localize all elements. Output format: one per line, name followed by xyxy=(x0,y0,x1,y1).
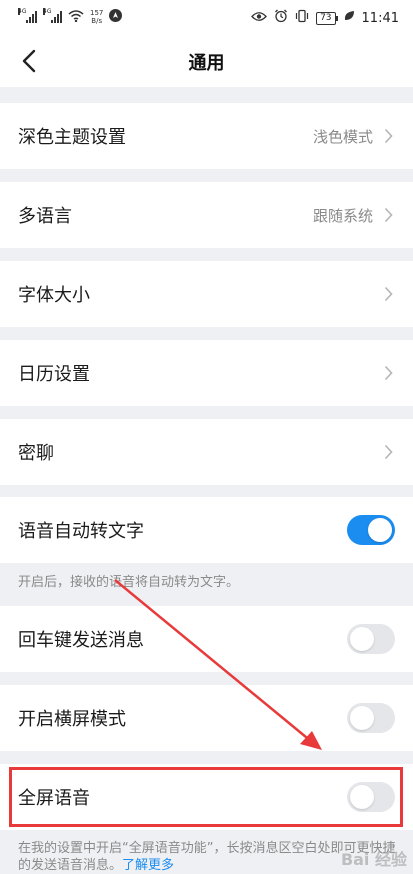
landscape-toggle[interactable] xyxy=(347,703,395,733)
vibrate-icon xyxy=(295,9,309,27)
status-time: 11:41 xyxy=(361,10,399,26)
chevron-right-icon xyxy=(381,442,395,462)
chevron-right-icon xyxy=(381,205,395,225)
toggle-knob xyxy=(368,518,392,542)
voice-to-text-note: 开启后，接收的语音将自动转为文字。 xyxy=(18,575,240,590)
setting-value: 跟随系统 xyxy=(312,206,373,225)
setting-label: 回车键发送消息 xyxy=(18,630,144,651)
setting-label: 密聊 xyxy=(18,443,54,464)
navigation-bar: 通用 xyxy=(0,34,413,87)
setting-fullscreen-voice: 全屏语音 xyxy=(0,764,413,830)
note-text: 在我的设置中开启“全屏语音功能”，长按消息区空白处即可更快捷的发送语音消息。 xyxy=(18,841,396,873)
toggle-knob xyxy=(350,785,374,809)
fullscreen-voice-toggle[interactable] xyxy=(347,782,395,812)
navigation-app-icon xyxy=(109,9,123,25)
chevron-right-icon xyxy=(381,363,395,383)
learn-more-link[interactable]: 了解更多 xyxy=(122,858,174,873)
leaf-icon xyxy=(343,10,355,26)
cell-signal-icon-2: 4G xyxy=(43,8,62,23)
chevron-right-icon xyxy=(381,126,395,146)
setting-calendar[interactable]: 日历设置 xyxy=(0,340,413,406)
setting-dark-theme[interactable]: 深色主题设置 浅色模式 xyxy=(0,103,413,169)
enter-send-toggle[interactable] xyxy=(347,624,395,654)
setting-label: 多语言 xyxy=(18,206,72,227)
network-speed: 157 B/s xyxy=(90,9,104,25)
battery-icon: 73 xyxy=(316,11,339,25)
status-bar: 4G 4G 157 B/s 73 11:41 xyxy=(0,0,413,34)
setting-voice-to-text: 语音自动转文字 xyxy=(0,497,413,563)
setting-label: 全屏语音 xyxy=(18,788,90,809)
chevron-right-icon xyxy=(381,284,395,304)
setting-enter-send: 回车键发送消息 xyxy=(0,606,413,672)
status-left: 4G 4G 157 B/s xyxy=(18,8,123,25)
setting-language[interactable]: 多语言 跟随系统 xyxy=(0,182,413,248)
alarm-icon xyxy=(274,9,288,27)
eye-icon xyxy=(251,11,267,26)
setting-landscape: 开启横屏模式 xyxy=(0,685,413,751)
toggle-knob xyxy=(350,706,374,730)
setting-label: 深色主题设置 xyxy=(18,127,126,148)
setting-value: 浅色模式 xyxy=(312,127,373,146)
toggle-knob xyxy=(350,627,374,651)
setting-label: 语音自动转文字 xyxy=(18,521,144,542)
setting-label: 日历设置 xyxy=(18,364,90,385)
wifi-icon xyxy=(68,9,84,25)
page-title: 通用 xyxy=(188,53,225,74)
setting-label: 字体大小 xyxy=(18,285,90,306)
setting-secret-chat[interactable]: 密聊 xyxy=(0,419,413,485)
cell-signal-icon: 4G xyxy=(18,8,37,23)
watermark: Bai 经验 xyxy=(340,850,407,869)
setting-font-size[interactable]: 字体大小 xyxy=(0,261,413,327)
voice-to-text-toggle[interactable] xyxy=(347,515,395,545)
status-right: 73 11:41 xyxy=(251,9,399,27)
setting-label: 开启横屏模式 xyxy=(18,709,126,730)
